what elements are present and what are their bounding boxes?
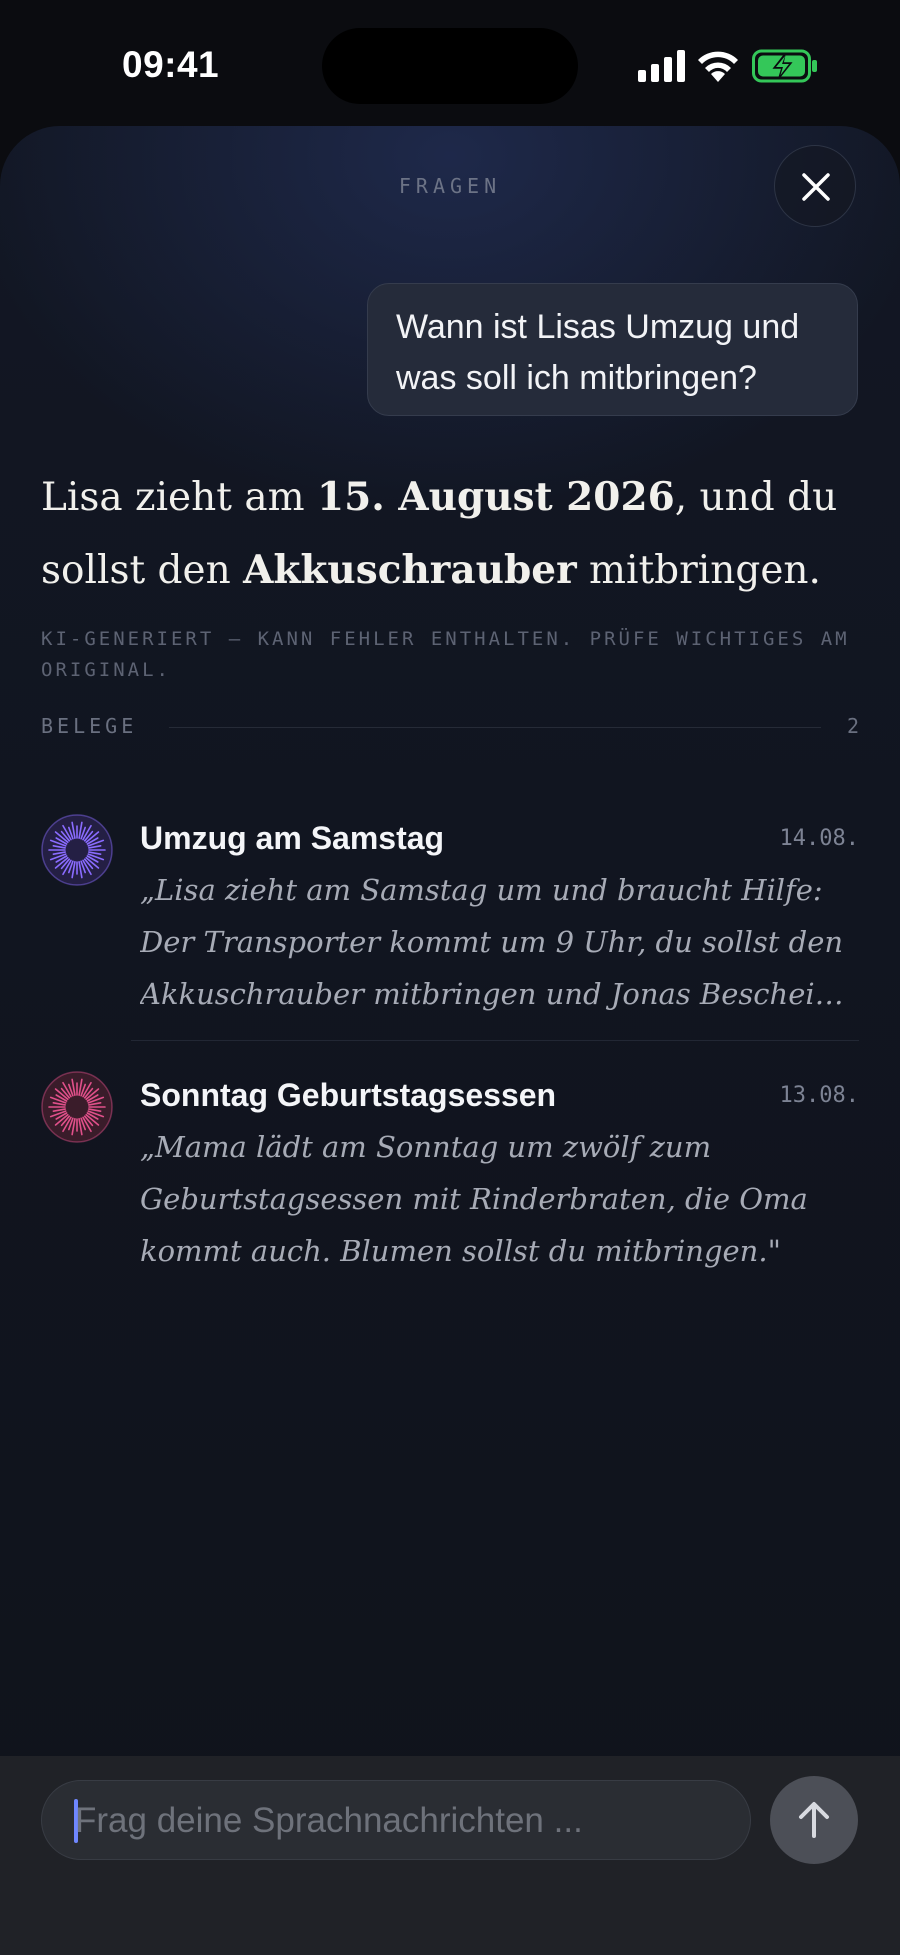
ai-disclaimer: KI-GENERIERT — KANN FEHLER ENTHALTEN. PR… — [41, 628, 850, 681]
close-button[interactable] — [774, 145, 856, 227]
dynamic-island — [322, 28, 578, 104]
arrow-up-icon — [799, 1802, 829, 1838]
send-button[interactable] — [770, 1776, 858, 1864]
user-question-bubble: Wann ist Lisas Umzug und was soll ich mi… — [367, 283, 858, 416]
sheet-title: FRAGEN — [398, 174, 502, 198]
answer-date: 15. August 2026 — [316, 474, 675, 520]
evidence-quote: „Mama lädt am Sonntag um zwölf zum Gebur… — [140, 1130, 808, 1268]
answer-item: Akkuschrauber — [243, 547, 577, 593]
sunburst-icon — [41, 1071, 113, 1143]
status-time: 09:41 — [122, 44, 220, 85]
ask-sheet: FRAGEN Wann ist Lisas Umzug und was soll… — [0, 126, 900, 1955]
input-placeholder: Frag deine Sprachnachrichten ... — [75, 1801, 583, 1840]
status-bar: 09:41 — [0, 0, 900, 125]
evidence-title: Sonntag Geburtstagsessen — [140, 1077, 557, 1113]
divider — [131, 1040, 859, 1041]
ai-answer: Lisa zieht am 15. August 2026, und du so… — [41, 461, 861, 607]
question-input[interactable]: Frag deine Sprachnachrichten ... — [41, 1780, 751, 1860]
evidence-item[interactable]: Sonntag Geburtstagsessen 13.08. „Mama lä… — [41, 1071, 859, 1268]
battery-charging-icon — [752, 49, 817, 83]
evidence-date: 14.08. — [779, 826, 859, 851]
answer-text: mitbringen. — [576, 548, 821, 593]
divider — [169, 727, 821, 728]
belege-count: 2 — [846, 714, 859, 738]
answer-text: Lisa zieht am — [41, 475, 317, 520]
sunburst-icon — [41, 814, 113, 886]
evidence-date: 13.08. — [779, 1083, 859, 1108]
evidence-title: Umzug am Samstag — [140, 820, 445, 856]
cellular-signal-icon — [638, 50, 685, 82]
belege-label: BELEGE — [41, 714, 138, 738]
evidence-item[interactable]: Umzug am Samstag 14.08. „Lisa zieht am S… — [41, 814, 859, 1011]
belege-header: BELEGE 2 — [41, 714, 859, 744]
evidence-quote: „Lisa zieht am Samstag um und braucht Hi… — [140, 873, 844, 1011]
close-icon — [802, 173, 830, 201]
wifi-icon — [698, 51, 738, 82]
